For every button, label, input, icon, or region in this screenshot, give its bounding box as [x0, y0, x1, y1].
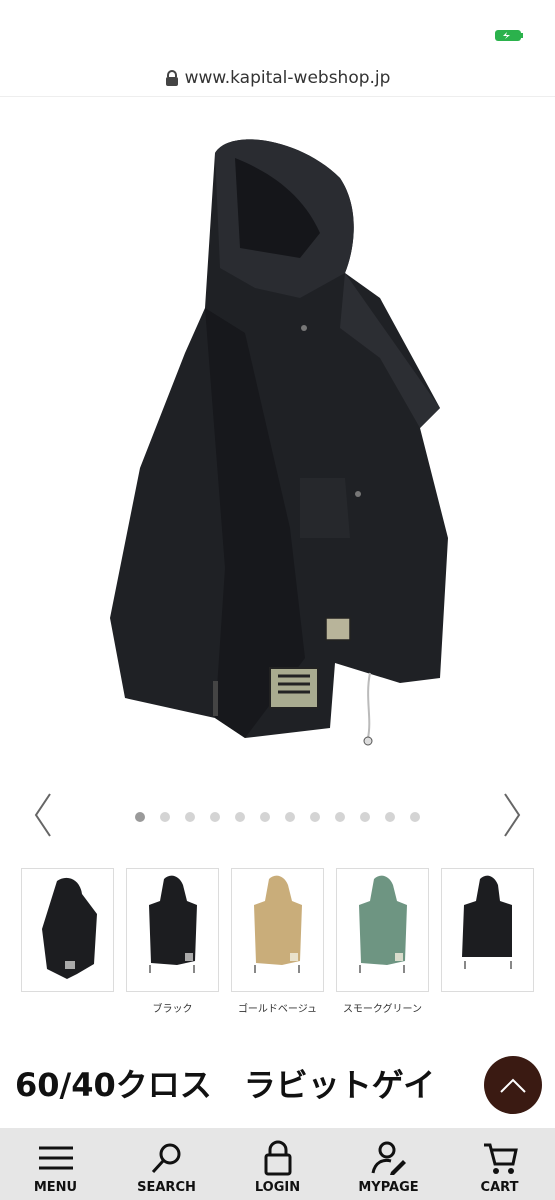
- variant-caption: ブラック: [152, 1004, 193, 1015]
- product-title: 60/40クロス ラビットゲイ: [15, 1066, 436, 1104]
- variant-thumb-image[interactable]: [231, 868, 324, 992]
- pagination-dot[interactable]: [385, 812, 395, 822]
- variant-thumb-3[interactable]: ゴールドベージュ: [231, 868, 324, 1015]
- nav-login-label: LOGIN: [254, 1180, 301, 1195]
- nav-search-label: SEARCH: [137, 1180, 196, 1195]
- nav-menu-label: MENU: [33, 1180, 78, 1195]
- nav-cart-button[interactable]: CART: [450, 1128, 550, 1195]
- user-edit-icon: [371, 1141, 406, 1175]
- variant-caption: スモークグリーン: [342, 1004, 423, 1015]
- pagination-dot[interactable]: [185, 812, 195, 822]
- variant-thumb-image[interactable]: [336, 868, 429, 992]
- pagination-dot[interactable]: [260, 812, 270, 822]
- nav-search-button[interactable]: SEARCH: [117, 1128, 217, 1195]
- url-text: www.kapital-webshop.jp: [184, 68, 391, 88]
- nav-mypage-button[interactable]: MYPAGE: [339, 1128, 439, 1195]
- variant-thumb-2[interactable]: ブラック: [126, 868, 219, 1015]
- lock-icon: [264, 1140, 291, 1176]
- variant-thumb-image[interactable]: [126, 868, 219, 992]
- product-main-image[interactable]: [0, 98, 555, 778]
- status-bar: [0, 0, 555, 58]
- variant-thumb-1[interactable]: [21, 868, 114, 1014]
- pagination-dot[interactable]: [210, 812, 220, 822]
- nav-cart-label: CART: [480, 1180, 519, 1195]
- pagination-dot[interactable]: [410, 812, 420, 822]
- pagination-dot[interactable]: [160, 812, 170, 822]
- chevron-up-icon: [500, 1078, 526, 1093]
- variant-thumbnails: ブラック ゴールドベージュ スモークグリーン: [21, 868, 536, 1015]
- variant-thumb-image[interactable]: [21, 868, 114, 992]
- jacket-illustration: [110, 139, 448, 746]
- search-icon: [151, 1143, 180, 1174]
- address-bar[interactable]: www.kapital-webshop.jp: [0, 60, 555, 97]
- variant-thumb-4[interactable]: スモークグリーン: [336, 868, 429, 1015]
- pagination-dot[interactable]: [335, 812, 345, 822]
- nav-login-button[interactable]: LOGIN: [228, 1128, 328, 1195]
- lock-icon: [165, 70, 178, 86]
- nav-menu-button[interactable]: MENU: [6, 1128, 106, 1195]
- pagination-dot[interactable]: [235, 812, 245, 822]
- cart-icon: [483, 1143, 518, 1174]
- pagination-dot[interactable]: [360, 812, 370, 822]
- variant-caption: ゴールドベージュ: [237, 1004, 318, 1015]
- variant-thumb-image[interactable]: [441, 868, 534, 992]
- bottom-navigation: MENU SEARCH LOGIN MYPAGE CART: [0, 1128, 555, 1200]
- nav-mypage-label: MYPAGE: [358, 1180, 419, 1195]
- pagination-dot[interactable]: [135, 812, 145, 822]
- pagination-dot[interactable]: [310, 812, 320, 822]
- gallery-pagination: [0, 812, 555, 822]
- variant-thumb-5[interactable]: [441, 868, 534, 1014]
- battery-icon: [495, 30, 523, 41]
- scroll-to-top-button[interactable]: [484, 1056, 542, 1114]
- menu-icon: [38, 1146, 73, 1170]
- pagination-dot[interactable]: [285, 812, 295, 822]
